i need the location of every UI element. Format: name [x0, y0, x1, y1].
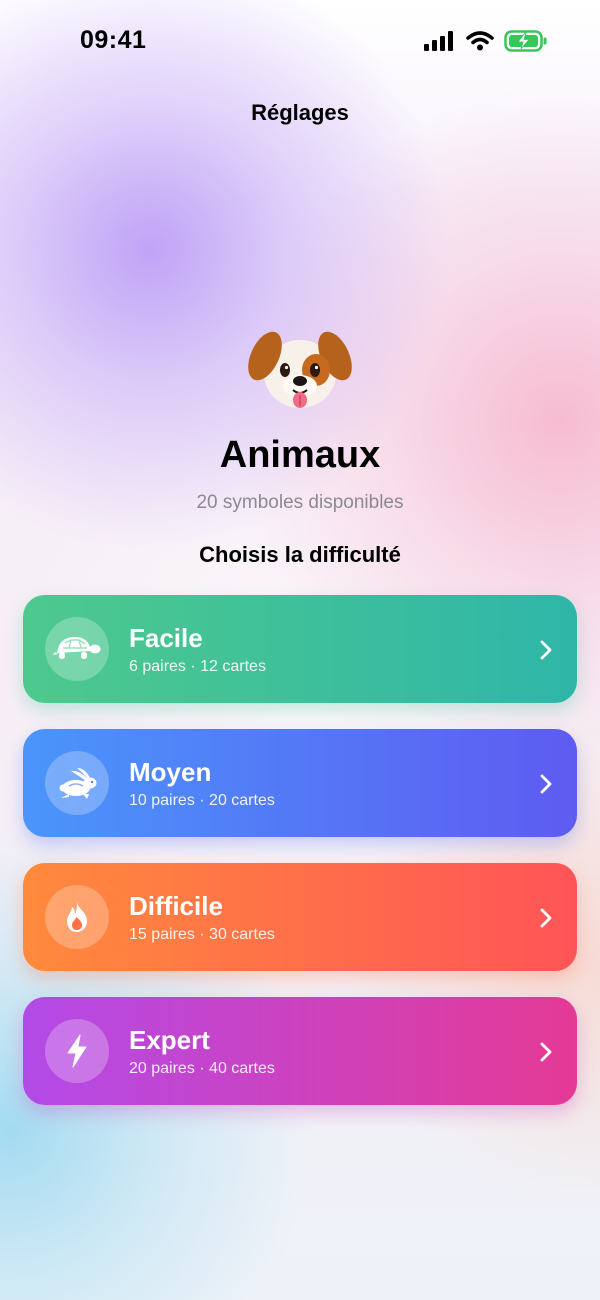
wifi-icon — [466, 31, 494, 51]
flame-icon — [67, 902, 87, 932]
difficulty-prompt: Choisis la difficulté — [199, 542, 401, 567]
difficulty-detail: 20 paires · 40 cartes — [129, 1060, 275, 1077]
status-bar: 09:41 — [0, 0, 600, 84]
turtle-icon — [53, 637, 101, 659]
chevron-right-icon — [540, 774, 552, 794]
hare-icon — [59, 768, 97, 799]
difficulty-icon-badge — [45, 751, 109, 815]
difficulty-label: Facile — [129, 623, 203, 653]
cellular-signal-icon — [424, 31, 453, 51]
difficulty-detail: 6 paires · 12 cartes — [129, 658, 266, 675]
difficulty-label: Moyen — [129, 757, 212, 787]
battery-charging-icon — [504, 30, 547, 52]
chevron-right-icon — [540, 640, 552, 660]
symbol-count: 20 symboles disponibles — [196, 492, 404, 513]
difficulty-difficile-button[interactable]: Difficile 15 paires · 30 cartes — [23, 863, 577, 971]
dog-face-icon — [248, 331, 352, 408]
status-icons — [424, 30, 548, 52]
chevron-right-icon — [540, 908, 552, 928]
difficulty-icon-badge — [45, 885, 109, 949]
difficulty-facile-button[interactable]: Facile 6 paires · 12 cartes — [23, 595, 577, 703]
difficulty-label: Difficile — [129, 891, 223, 921]
bolt-icon — [67, 1034, 87, 1068]
difficulty-icon-badge — [45, 617, 109, 681]
nav-title: Réglages — [251, 100, 349, 125]
difficulty-label: Expert — [129, 1025, 210, 1055]
difficulty-moyen-button[interactable]: Moyen 10 paires · 20 cartes — [23, 729, 577, 837]
difficulty-expert-button[interactable]: Expert 20 paires · 40 cartes — [23, 997, 577, 1105]
status-time: 09:41 — [80, 26, 147, 54]
category-title: Animaux — [219, 434, 381, 476]
difficulty-detail: 10 paires · 20 cartes — [129, 792, 275, 809]
difficulty-icon-badge — [45, 1019, 109, 1083]
chevron-right-icon — [540, 1042, 552, 1062]
difficulty-detail: 15 paires · 30 cartes — [129, 926, 275, 943]
